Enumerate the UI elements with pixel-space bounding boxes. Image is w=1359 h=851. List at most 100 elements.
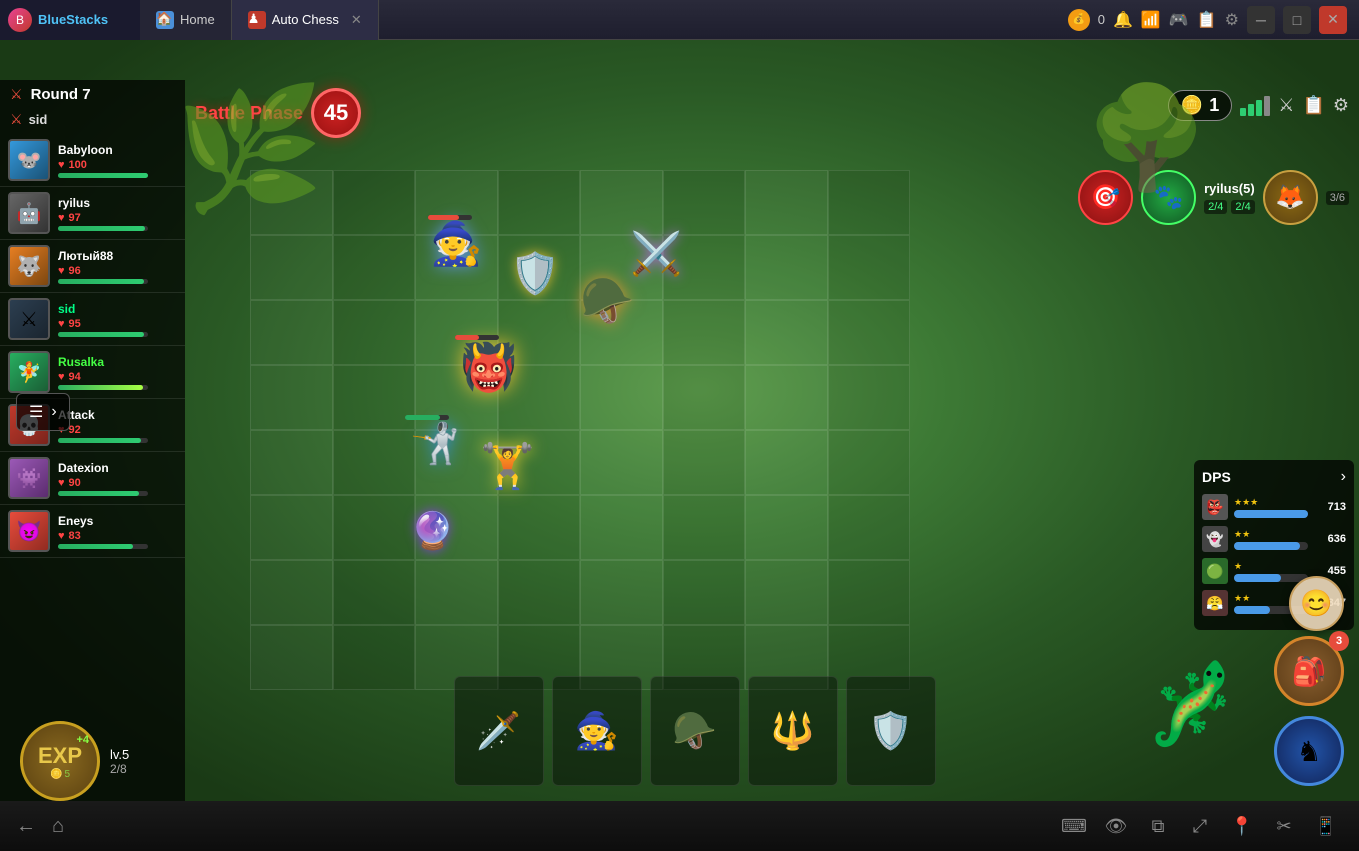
board-cell[interactable] — [250, 430, 333, 495]
book-icon[interactable]: 📋 — [1197, 10, 1217, 30]
phone-icon-btn[interactable]: 📱 — [1309, 809, 1343, 843]
back-button[interactable]: ← — [16, 815, 36, 838]
board-cell[interactable] — [745, 560, 828, 625]
exp-cost-value: 5 — [64, 769, 70, 780]
board-cell[interactable] — [333, 235, 416, 300]
player-item-sid[interactable]: ⚔ sid ♥ 95 — [0, 293, 185, 346]
board-cell[interactable] — [828, 495, 911, 560]
close-button[interactable]: ✕ — [1319, 6, 1347, 34]
game-piece-enemy3[interactable]: 🪖 — [580, 275, 635, 327]
board-cell[interactable] — [333, 495, 416, 560]
board-cell[interactable] — [333, 365, 416, 430]
dps-arrow-icon[interactable]: › — [1341, 468, 1346, 486]
bottom-nav: ← ⌂ — [16, 815, 64, 838]
cut-icon-btn[interactable]: ✂ — [1267, 809, 1301, 843]
settings-gear-icon[interactable]: ⚔ — [1278, 95, 1294, 116]
board-cell[interactable] — [580, 560, 663, 625]
board-cell[interactable] — [828, 430, 911, 495]
game-piece-enemy4[interactable]: ⚔️ — [630, 230, 682, 279]
shop-piece-5[interactable]: 🛡️ — [846, 676, 936, 786]
board-cell[interactable] — [828, 170, 911, 235]
player-item-rusalka[interactable]: 🧚 Rusalka ♥ 94 — [0, 346, 185, 399]
board-cell[interactable] — [745, 495, 828, 560]
board-cell[interactable] — [663, 430, 746, 495]
board-cell[interactable] — [745, 300, 828, 365]
player-item-ryilus[interactable]: 🤖 ryilus ♥ 97 — [0, 187, 185, 240]
board-cell[interactable] — [250, 300, 333, 365]
board-cell[interactable] — [580, 170, 663, 235]
board-cell[interactable] — [250, 560, 333, 625]
compare-avatar-brown[interactable]: 🦊 — [1263, 170, 1318, 225]
player-item-babyloon[interactable]: 🐭 Babyloon ♥ 100 — [0, 134, 185, 187]
board-cell[interactable] — [745, 170, 828, 235]
menu-button[interactable]: ☰ › — [16, 393, 70, 431]
location-icon-btn[interactable]: 📍 — [1225, 809, 1259, 843]
add-piece-button[interactable]: ♞ — [1274, 716, 1344, 786]
restore-button[interactable]: □ — [1283, 6, 1311, 34]
minimize-button[interactable]: ─ — [1247, 6, 1275, 34]
game-piece-ally3[interactable]: 🏋️ — [480, 440, 535, 492]
shop-piece-3[interactable]: 🪖 — [650, 676, 740, 786]
board-cell[interactable] — [250, 495, 333, 560]
keyboard-icon-btn[interactable]: ⌨ — [1057, 809, 1091, 843]
exp-button[interactable]: +4 EXP 🪙 5 — [20, 721, 100, 801]
game-piece-enemy1[interactable]: 🧙 — [430, 220, 482, 269]
board-cell[interactable] — [663, 365, 746, 430]
board-cell[interactable] — [663, 560, 746, 625]
gamepad-icon[interactable]: 🎮 — [1169, 10, 1189, 30]
board-cell[interactable] — [745, 235, 828, 300]
board-cell[interactable] — [580, 365, 663, 430]
board-cell[interactable] — [828, 560, 911, 625]
autochess-tab[interactable]: ♟ Auto Chess ✕ — [232, 0, 379, 40]
board-cell[interactable] — [498, 495, 581, 560]
home-tab[interactable]: 🏠 Home — [140, 0, 232, 40]
player-item-datexion[interactable]: 👾 Datexion ♥ 90 — [0, 452, 185, 505]
board-cell[interactable] — [250, 235, 333, 300]
game-piece-enemy2[interactable]: 🛡️ — [510, 250, 560, 297]
gear-icon-tr[interactable]: ⚙ — [1333, 95, 1349, 116]
board-cell[interactable] — [828, 365, 911, 430]
board-cell[interactable] — [333, 170, 416, 235]
board-cell[interactable] — [250, 170, 333, 235]
compare-avatar-green[interactable]: 🐾 — [1141, 170, 1196, 225]
board-cell[interactable] — [828, 300, 911, 365]
game-piece-orb[interactable]: 🔮 — [410, 510, 455, 552]
player-item-lyuty[interactable]: 🐺 Лютый88 ♥ 96 — [0, 240, 185, 293]
chat-button[interactable]: 😊 — [1289, 576, 1344, 631]
board-cell[interactable] — [498, 170, 581, 235]
game-piece-ally1[interactable]: 👹 — [460, 340, 517, 395]
player-name-attack: Attack — [58, 408, 177, 422]
board-cell[interactable] — [333, 300, 416, 365]
display-icon-btn[interactable]: 👁 — [1099, 809, 1133, 843]
floating-creature: 🦎 — [1144, 657, 1244, 751]
board-cell[interactable] — [745, 430, 828, 495]
board-cell[interactable] — [580, 495, 663, 560]
settings-icon[interactable]: ⚙ — [1225, 10, 1239, 30]
dps-bar-wrap-3: ★ — [1234, 561, 1308, 582]
player-item-eneys[interactable]: 😈 Eneys ♥ 83 — [0, 505, 185, 558]
board-cell[interactable] — [250, 365, 333, 430]
health-bar-lyuty — [58, 279, 144, 284]
board-cell[interactable] — [828, 235, 911, 300]
shop-piece-1[interactable]: 🗡️ — [454, 676, 544, 786]
board-cell[interactable] — [498, 560, 581, 625]
menu-icon-tr[interactable]: 📋 — [1302, 95, 1324, 116]
game-piece-ally2[interactable]: 🤺 — [410, 420, 460, 467]
compare-avatar-red[interactable]: 🎯 — [1078, 170, 1133, 225]
board-cell[interactable] — [663, 495, 746, 560]
expand-icon-btn[interactable]: ⤢ — [1183, 809, 1217, 843]
board-cell[interactable] — [333, 560, 416, 625]
home-nav-button[interactable]: ⌂ — [52, 815, 64, 838]
board-cell[interactable] — [663, 300, 746, 365]
notification-icon[interactable]: 🔔 — [1113, 10, 1133, 30]
board-cell[interactable] — [333, 430, 416, 495]
health-bar-bg-datexion — [58, 491, 148, 496]
shop-piece-4[interactable]: 🔱 — [748, 676, 838, 786]
close-tab-icon[interactable]: ✕ — [351, 12, 362, 28]
board-cell[interactable] — [663, 170, 746, 235]
shop-piece-2[interactable]: 🧙 — [552, 676, 642, 786]
board-cell[interactable] — [580, 430, 663, 495]
board-cell[interactable] — [745, 365, 828, 430]
layers-icon-btn[interactable]: ⧉ — [1141, 809, 1175, 843]
board-cell[interactable] — [415, 560, 498, 625]
